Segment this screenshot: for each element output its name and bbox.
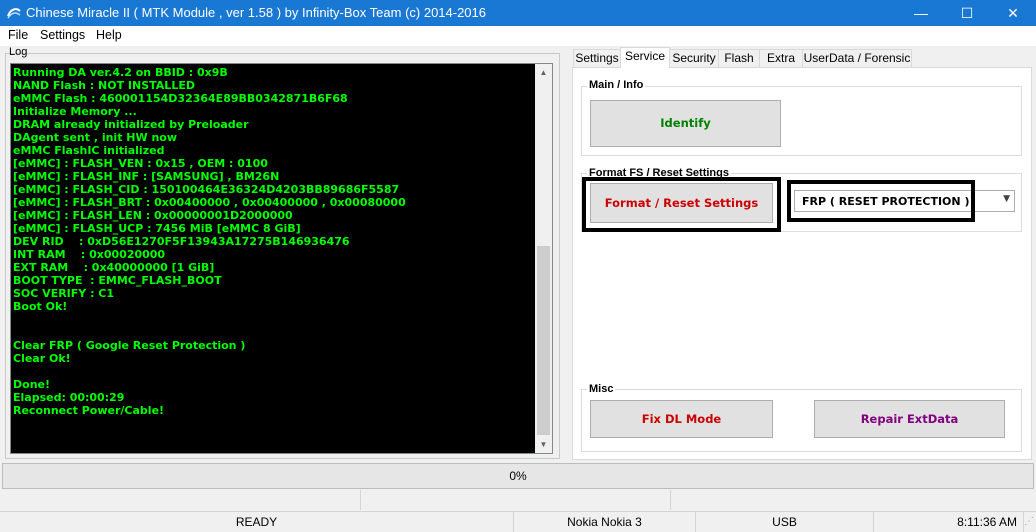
progress-bar: 0%	[2, 463, 1034, 489]
scroll-up-icon[interactable]: ▲	[535, 64, 552, 81]
highlight-box-format	[582, 177, 781, 232]
log-line: Reconnect Power/Cable!	[13, 404, 165, 417]
status-cell	[361, 490, 671, 510]
log-line: Done!	[13, 378, 50, 391]
log-line: [eMMC] : FLASH_INF : [SAMSUNG] , BM26N	[13, 170, 280, 183]
menu-settings[interactable]: Settings	[40, 28, 85, 42]
maximize-button[interactable]: ☐	[944, 0, 990, 26]
tab-extra[interactable]: Extra	[759, 49, 803, 67]
resize-grip-icon[interactable]: ⋰	[1024, 516, 1034, 528]
status-cell	[671, 490, 1036, 510]
scroll-down-icon[interactable]: ▼	[535, 436, 552, 453]
tab-strip: Settings Service Security Flash Extra Us…	[572, 47, 1032, 68]
status-row-blank	[0, 490, 1036, 510]
identify-button[interactable]: Identify	[590, 100, 781, 147]
fix-dl-mode-button[interactable]: Fix DL Mode	[590, 400, 773, 438]
status-cell	[0, 490, 361, 510]
log-line: Clear FRP ( Google Reset Protection )	[13, 339, 246, 352]
log-line: DAgent sent , init HW now	[13, 131, 178, 144]
tab-service[interactable]: Service	[620, 47, 670, 68]
tab-settings[interactable]: Settings	[573, 49, 621, 67]
log-line: INT RAM : 0x00020000	[13, 248, 166, 261]
log-line: EXT RAM : 0x40000000 [1 GiB]	[13, 261, 215, 274]
log-line: Initialize Memory ...	[13, 105, 137, 118]
window-title: Chinese Miracle II ( MTK Module , ver 1.…	[26, 5, 487, 20]
log-line: Running DA ver.4.2 on BBID : 0x9B	[13, 66, 228, 79]
tab-security[interactable]: Security	[669, 49, 719, 67]
chevron-down-icon[interactable]: ▼	[1003, 194, 1010, 204]
status-state: READY	[0, 512, 514, 532]
log-line: DEV RID : 0xD56E1270F5F13943A17275B14693…	[13, 235, 350, 248]
menu-file[interactable]: File	[8, 28, 28, 42]
misc-title: Misc	[587, 383, 616, 395]
menu-bar: File Settings Help	[0, 26, 1036, 46]
progress-text: 0%	[509, 469, 527, 483]
log-line: DRAM already initialized by Preloader	[13, 118, 249, 131]
menu-help[interactable]: Help	[96, 28, 122, 42]
tab-userdata-forensic[interactable]: UserData / Forensic	[802, 49, 912, 67]
log-line: [eMMC] : FLASH_UCP : 7456 MiB [eMMC 8 Gi…	[13, 222, 301, 235]
status-device: Nokia Nokia 3	[514, 512, 696, 532]
log-line: Boot Ok!	[13, 300, 68, 313]
log-line: eMMC Flash : 460001154D32364E89BB0342871…	[13, 92, 348, 105]
service-panel: Main / Info Identify Format FS / Reset S…	[572, 67, 1032, 460]
log-line: [eMMC] : FLASH_BRT : 0x00400000 , 0x0040…	[13, 196, 406, 209]
main-info-title: Main / Info	[587, 79, 646, 91]
log-line: Clear Ok!	[13, 352, 71, 365]
log-scrollbar[interactable]: ▲ ▼	[535, 64, 552, 453]
log-output[interactable]: Running DA ver.4.2 on BBID : 0x9B NAND Fl…	[10, 63, 553, 454]
log-line: [eMMC] : FLASH_VEN : 0x15 , OEM : 0100	[13, 157, 268, 170]
status-bar: READY Nokia Nokia 3 USB 8:11:36 AM ⋰	[0, 511, 1036, 532]
app-logo-icon	[7, 8, 21, 19]
close-button[interactable]: ✕	[990, 0, 1036, 26]
title-bar: Chinese Miracle II ( MTK Module , ver 1.…	[0, 0, 1036, 26]
minimize-button[interactable]: —	[898, 0, 944, 26]
highlight-box-select	[787, 180, 975, 222]
log-label: Log	[9, 46, 28, 58]
log-line: BOOT TYPE : EMMC_FLASH_BOOT	[13, 274, 222, 287]
log-line: Elapsed: 00:00:29	[13, 391, 125, 404]
status-time: 8:11:36 AM	[874, 512, 1024, 532]
log-line: SOC VERIFY : C1	[13, 287, 115, 300]
repair-extdata-button[interactable]: Repair ExtData	[814, 400, 1005, 438]
log-line: NAND Flash : NOT INSTALLED	[13, 79, 195, 92]
log-lines: Running DA ver.4.2 on BBID : 0x9B NAND Fl…	[13, 66, 533, 417]
log-line: [eMMC] : FLASH_CID : 150100464E36324D420…	[13, 183, 400, 196]
log-line: eMMC FlashIC initialized	[13, 144, 165, 157]
status-connection: USB	[696, 512, 874, 532]
log-line: [eMMC] : FLASH_LEN : 0x00000001D2000000	[13, 209, 293, 222]
scroll-thumb[interactable]	[537, 246, 550, 435]
tab-flash[interactable]: Flash	[718, 49, 760, 67]
